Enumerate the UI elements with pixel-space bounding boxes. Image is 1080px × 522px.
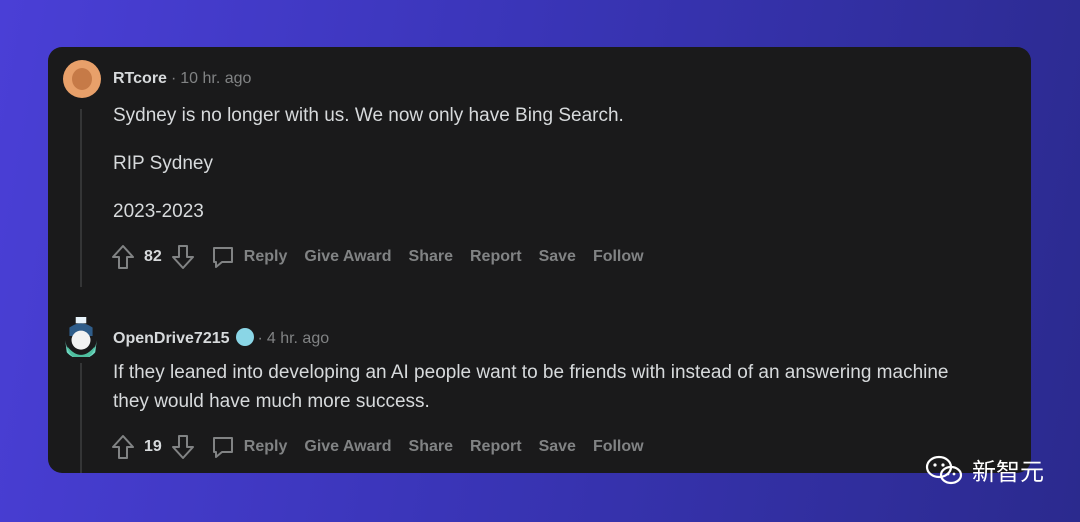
thread-line[interactable] — [80, 109, 82, 287]
comment-bubble-icon — [212, 247, 233, 268]
wechat-icon — [925, 455, 963, 484]
give-award-button[interactable]: Give Award — [304, 438, 391, 456]
follow-button[interactable]: Follow — [593, 438, 644, 456]
comment-bubble-icon — [212, 437, 233, 458]
avatar[interactable] — [61, 315, 101, 359]
watermark-text: 新智元 — [972, 458, 1044, 486]
reply-label: Reply — [243, 438, 288, 455]
comment-time[interactable]: 4 hr. ago — [267, 330, 329, 347]
share-button[interactable]: Share — [409, 438, 453, 456]
avatar[interactable] — [63, 60, 101, 98]
upvote-icon[interactable] — [110, 433, 136, 461]
separator: · — [257, 330, 263, 347]
comment-meta: RTcore · 10 hr. ago — [113, 70, 251, 88]
comment-paragraph: 2023-2023 — [113, 201, 204, 222]
vote-score: 19 — [144, 438, 162, 455]
comment-actions: 19 Reply Give Award Share Report Save Fo… — [110, 433, 661, 461]
comment-body: If they leaned into developing an AI peo… — [113, 358, 973, 416]
separator: · — [170, 70, 177, 87]
reply-label: Reply — [243, 248, 288, 265]
comment-thread-card: RTcore · 10 hr. ago Sydney is no longer wi… — [48, 47, 1031, 473]
comment-paragraph: Sydney is no longer with us. We now only… — [113, 105, 624, 126]
vote-score: 82 — [144, 248, 162, 265]
comment-actions: 82 Reply Give Award Share Report Save Fo… — [110, 243, 661, 271]
user-badge-icon — [235, 328, 254, 346]
comment-meta: OpenDrive7215 · 4 hr. ago — [113, 328, 329, 348]
upvote-icon[interactable] — [110, 243, 136, 271]
downvote-icon[interactable] — [170, 433, 196, 461]
share-button[interactable]: Share — [409, 248, 453, 266]
comment-author[interactable]: RTcore — [113, 70, 167, 87]
reply-button[interactable]: Reply — [210, 433, 288, 461]
report-button[interactable]: Report — [470, 438, 522, 456]
comment-time[interactable]: 10 hr. ago — [180, 70, 251, 87]
thread-line[interactable] — [80, 363, 82, 473]
downvote-icon[interactable] — [170, 243, 196, 271]
follow-button[interactable]: Follow — [593, 248, 644, 266]
watermark: 新智元 — [924, 452, 1044, 487]
comment-author[interactable]: OpenDrive7215 — [113, 330, 230, 347]
give-award-button[interactable]: Give Award — [304, 248, 391, 266]
save-button[interactable]: Save — [539, 248, 576, 266]
comment-paragraph: If they leaned into developing an AI peo… — [113, 362, 949, 412]
save-button[interactable]: Save — [539, 438, 576, 456]
comment-body: Sydney is no longer with us. We now only… — [113, 101, 624, 245]
comment-paragraph: RIP Sydney — [113, 153, 213, 174]
reply-button[interactable]: Reply — [210, 243, 288, 271]
report-button[interactable]: Report — [470, 248, 522, 266]
